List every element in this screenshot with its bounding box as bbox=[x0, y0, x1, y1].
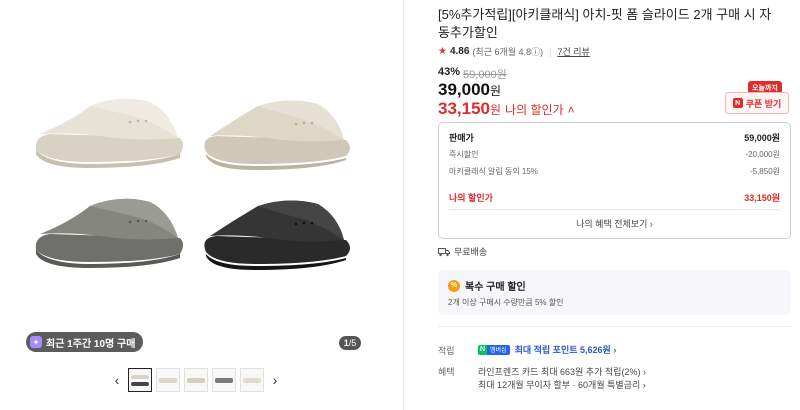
promo-description: 2개 이상 구매시 수량만큼 5% 할인 bbox=[448, 298, 564, 307]
card-benefit-link[interactable]: 라인프렌즈 카드 최대 663원 추가 적립(2%) › bbox=[478, 365, 646, 378]
my-price-label: 나의 할인가 bbox=[505, 103, 564, 117]
sale-price-unit: 원 bbox=[490, 84, 502, 98]
breakdown-label: 나의 할인가 bbox=[449, 193, 493, 203]
recent-purchase-badge: ✦ 최근 1주간 10명 구매 bbox=[26, 332, 144, 352]
rating-recent-close: ) bbox=[540, 47, 544, 57]
section-divider bbox=[438, 326, 791, 327]
points-label: 적립 bbox=[438, 346, 455, 356]
product-image-grey-left[interactable] bbox=[30, 192, 190, 272]
shipping-label: 무료배송 bbox=[454, 247, 488, 257]
sale-price-value: 39,000 bbox=[438, 80, 490, 99]
chevron-up-icon: ˄ bbox=[567, 103, 575, 117]
naver-n-icon: N bbox=[732, 98, 743, 108]
view-all-benefits-link[interactable]: 나의 혜택 전체보기 › bbox=[439, 217, 790, 230]
promo-title: 복수 구매 할인 bbox=[465, 282, 526, 293]
breakdown-value: 59,000원 bbox=[744, 133, 780, 143]
breakdown-row-instant: 즉시할인 -20,000원 bbox=[449, 149, 780, 160]
multi-buy-promo: % 복수 구매 할인 2개 이상 구매시 수량만큼 5% 할인 bbox=[438, 270, 791, 315]
thumbnail-1[interactable] bbox=[128, 368, 152, 392]
review-count-link[interactable]: 7건 리뷰 bbox=[557, 45, 589, 58]
benefits-label: 혜택 bbox=[438, 367, 455, 377]
naver-n-logo: N bbox=[478, 344, 487, 355]
sale-price: 39,000원 bbox=[438, 80, 501, 100]
product-image-black-right[interactable] bbox=[196, 192, 356, 272]
naver-membership-icon: N 멤버십 bbox=[478, 344, 510, 355]
breakdown-value: 33,150원 bbox=[744, 193, 780, 203]
membership-logo-text: 멤버십 bbox=[487, 344, 510, 355]
percent-icon: % bbox=[448, 279, 460, 292]
price-breakdown-box: 판매가 59,000원 즉시할인 -20,000원 아키클래식 알림 동의 15… bbox=[438, 122, 791, 239]
pager-total: /5 bbox=[348, 338, 357, 348]
shipping-row: 무료배송 bbox=[438, 245, 487, 258]
max-points-link[interactable]: 최대 적립 포인트 5,626원 › bbox=[515, 343, 617, 356]
breakdown-label: 아키클래식 알림 동의 15% bbox=[449, 167, 538, 176]
thumbnail-2[interactable] bbox=[156, 368, 180, 392]
rating-score: 4.86 bbox=[449, 46, 470, 57]
rating-row: ★ 4.86 (최근 6개월 4.8ⓘ) | 7건 리뷰 bbox=[438, 45, 590, 58]
rating-separator: | bbox=[549, 46, 552, 57]
rating-recent: (최근 6개월 4.8ⓘ) bbox=[472, 45, 543, 58]
breakdown-row-base: 판매가 59,000원 bbox=[449, 131, 780, 144]
thumbnail-strip: ‹ › bbox=[110, 368, 282, 392]
breakdown-row-final: 나의 할인가 33,150원 bbox=[449, 191, 780, 204]
thumbnail-3[interactable] bbox=[184, 368, 208, 392]
product-image-cream-left[interactable] bbox=[30, 92, 190, 172]
thumbnail-5[interactable] bbox=[240, 368, 264, 392]
breakdown-value: -5,850원 bbox=[749, 167, 780, 176]
installment-benefit-link[interactable]: 최대 12개월 무이자 할부 · 60개월 특별금리 › bbox=[478, 378, 646, 391]
product-gallery: ✦ 최근 1주간 10명 구매 1/5 ‹ › bbox=[0, 0, 402, 410]
rating-recent-text: (최근 6개월 4.8 bbox=[472, 47, 532, 57]
thumbnail-4[interactable] bbox=[212, 368, 236, 392]
breakdown-label: 판매가 bbox=[449, 133, 474, 143]
coupon-label: 쿠폰 받기 bbox=[745, 98, 782, 109]
recent-purchase-text: 최근 1주간 10명 구매 bbox=[46, 338, 136, 350]
star-icon: ★ bbox=[438, 46, 447, 57]
breakdown-row-alert: 아키클래식 알림 동의 15% -5,850원 bbox=[449, 166, 780, 177]
sparkle-icon: ✦ bbox=[30, 336, 42, 348]
product-title: [5%추가적립][아키클래식] 아치-핏 폼 슬라이드 2개 구매 시 자동추가… bbox=[438, 7, 772, 40]
my-price-unit: 원 bbox=[490, 103, 502, 117]
my-price[interactable]: 33,150 원 나의 할인가 ˄ bbox=[438, 99, 575, 119]
product-image-cream-right[interactable] bbox=[196, 92, 356, 172]
image-pager: 1/5 bbox=[339, 336, 361, 350]
chevron-right-icon[interactable]: › bbox=[268, 372, 282, 388]
points-row[interactable]: N 멤버십 최대 적립 포인트 5,626원 › bbox=[478, 343, 616, 356]
info-icon[interactable]: ⓘ bbox=[531, 47, 540, 57]
my-price-value: 33,150 bbox=[438, 99, 490, 118]
breakdown-label: 즉시할인 bbox=[449, 150, 479, 159]
gallery-divider bbox=[403, 0, 404, 410]
breakdown-divider bbox=[449, 209, 780, 210]
breakdown-value: -20,000원 bbox=[745, 150, 781, 159]
coupon-button[interactable]: N 쿠폰 받기 bbox=[725, 92, 789, 114]
chevron-left-icon[interactable]: ‹ bbox=[110, 372, 124, 388]
truck-icon bbox=[438, 247, 450, 256]
